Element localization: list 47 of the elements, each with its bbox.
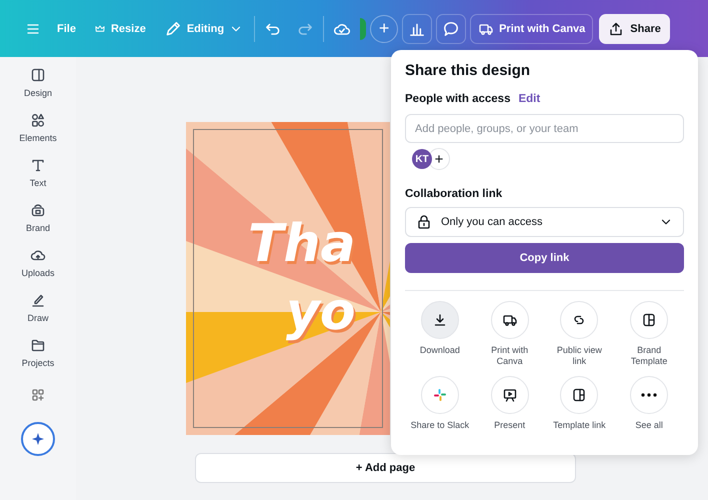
comment-icon[interactable]: [436, 14, 466, 44]
share-option[interactable]: Brand Template: [614, 301, 684, 368]
presentation-icon: [502, 386, 518, 402]
pencil-icon: [164, 20, 182, 38]
design-text: Tha: [248, 213, 357, 276]
brand-icon: [30, 202, 46, 218]
collab-label: Collaboration link: [405, 188, 502, 200]
people-label: People with access: [405, 93, 510, 105]
user-avatar[interactable]: KT: [412, 149, 432, 169]
share-option[interactable]: Print with Canva: [474, 301, 544, 368]
pen-icon: [30, 292, 46, 308]
sidebar-item[interactable]: Uploads: [8, 247, 68, 278]
share-option[interactable]: Download: [405, 301, 475, 368]
crown-icon: [94, 22, 106, 34]
add-person-button[interactable]: +: [428, 148, 450, 170]
sidebar-item[interactable]: Text: [8, 157, 68, 188]
text-icon: [30, 157, 46, 173]
share-option[interactable]: Public view link: [544, 301, 614, 368]
template-icon: [641, 312, 658, 328]
panel-title: Share this design: [405, 62, 532, 79]
edit-link[interactable]: Edit: [518, 93, 540, 105]
access-dropdown[interactable]: Only you can access: [405, 207, 684, 237]
share-option[interactable]: See all: [614, 376, 684, 431]
folder-icon: [30, 337, 46, 353]
sidebar-item[interactable]: Design: [8, 67, 68, 98]
sparkle-icon[interactable]: [21, 422, 55, 456]
chart-icon[interactable]: [402, 14, 432, 44]
share-option[interactable]: Share to Slack: [405, 376, 475, 431]
share-button[interactable]: Share: [599, 14, 670, 44]
print-button[interactable]: Print with Canva: [470, 14, 594, 44]
more-icon: [641, 392, 658, 396]
sidebar-item[interactable]: Brand: [8, 202, 68, 233]
sidebar-item[interactable]: Elements: [8, 112, 68, 143]
share-option[interactable]: Template link: [544, 376, 614, 431]
sidebar-item[interactable]: Projects: [8, 337, 68, 368]
add-icon[interactable]: +: [370, 14, 398, 42]
upload-icon: [608, 20, 624, 36]
shapes-icon: [30, 112, 46, 128]
layout-icon: [30, 67, 46, 83]
copy-link-button[interactable]: Copy link: [405, 243, 684, 273]
layout-icon: [571, 386, 588, 402]
sidebar-item[interactable]: Draw: [8, 292, 68, 323]
share-option[interactable]: Present: [474, 376, 544, 431]
add-page-button[interactable]: + Add page: [195, 453, 576, 483]
lock-icon: [416, 214, 432, 230]
people-input-field[interactable]: Add people, groups, or your team: [405, 114, 684, 143]
slack-icon: [432, 388, 447, 402]
